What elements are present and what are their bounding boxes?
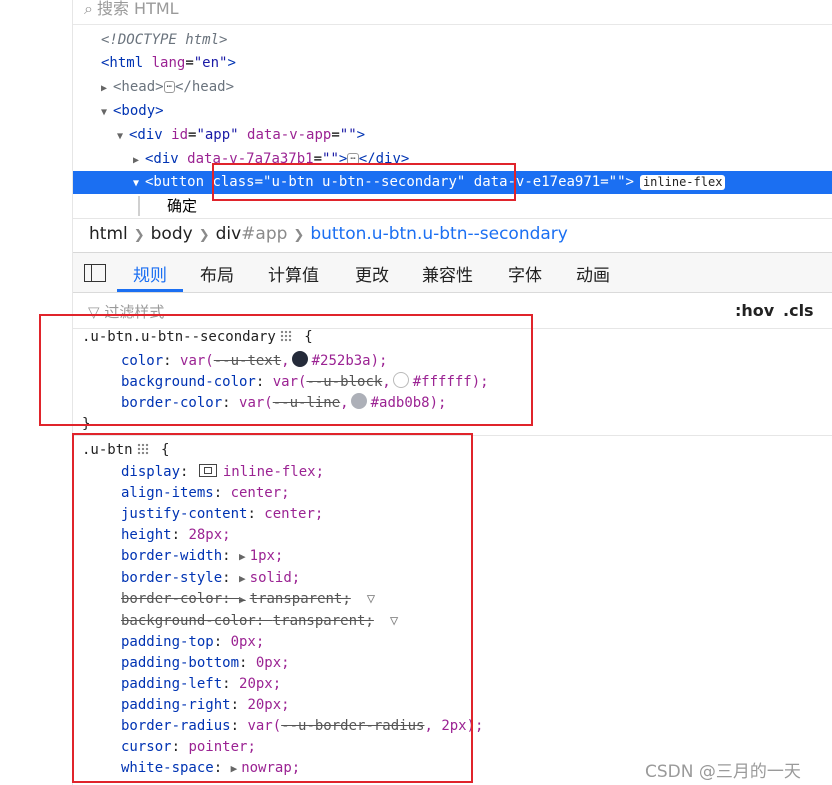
breadcrumb-tag: div — [215, 224, 242, 244]
search-bar[interactable]: ⌕ 搜索 HTML — [84, 0, 179, 20]
divider — [73, 24, 832, 25]
tag-name: <div — [145, 151, 179, 167]
tag-name: <button — [145, 174, 205, 190]
highlight-box-rule2 — [72, 433, 473, 783]
collapse-triangle-icon[interactable]: ▼ — [133, 173, 145, 195]
breadcrumb-div[interactable]: div#app — [216, 224, 288, 244]
expand-triangle-icon[interactable]: ▶ — [101, 78, 113, 100]
attr-value: "" — [339, 127, 357, 143]
tree-guide-line — [138, 196, 140, 216]
dom-node-doctype[interactable]: <!DOCTYPE html> — [101, 29, 227, 51]
tag-name: <body> — [113, 103, 164, 119]
collapse-triangle-icon[interactable]: ▼ — [101, 102, 113, 124]
watermark: CSDN @三月的一天 — [645, 762, 801, 782]
tab-computed[interactable]: 计算值 — [268, 261, 319, 286]
sidebar-toggle-icon[interactable] — [84, 264, 106, 282]
attr-name: id — [171, 127, 189, 143]
search-input[interactable]: 搜索 HTML — [97, 0, 179, 18]
breadcrumb-id: #app — [241, 224, 288, 244]
breadcrumb: html ❯ body ❯ div#app ❯ button.u-btn.u-btn--se… — [89, 224, 568, 244]
highlight-box-rule1 — [39, 314, 533, 426]
dom-node-div-app[interactable]: ▼ <div id="app" data-v-app=""> — [117, 124, 365, 146]
highlight-box-class-attr — [212, 163, 516, 201]
inline-flex-badge[interactable]: inline-flex — [639, 174, 726, 190]
tab-fonts[interactable]: 字体 — [508, 261, 542, 286]
doctype-text: <!DOCTYPE html> — [101, 32, 228, 48]
ellipsis-icon[interactable]: ⋯ — [163, 81, 175, 93]
hov-button[interactable]: :hov — [735, 301, 774, 320]
expand-triangle-icon[interactable]: ▶ — [133, 150, 145, 172]
tag-name: <html — [101, 55, 144, 71]
tab-rules[interactable]: 规则 — [133, 261, 167, 286]
active-tab-indicator — [117, 289, 183, 292]
chevron-right-icon: ❯ — [198, 228, 210, 243]
dom-node-head[interactable]: ▶ <head> ⋯ </head> — [101, 76, 234, 98]
attr-value: "en" — [193, 55, 228, 71]
tag-close: </head> — [175, 79, 235, 95]
collapse-triangle-icon[interactable]: ▼ — [117, 126, 129, 148]
attr-name: lang — [151, 55, 186, 71]
attr-value: "" — [608, 174, 626, 190]
dom-node-html[interactable]: <html lang="en"> — [101, 52, 236, 74]
dom-node-body[interactable]: ▼ <body> — [101, 100, 164, 122]
chevron-right-icon: ❯ — [133, 228, 145, 243]
chevron-right-icon: ❯ — [293, 228, 305, 243]
tab-layout[interactable]: 布局 — [200, 261, 234, 286]
tab-animations[interactable]: 动画 — [576, 261, 610, 286]
dom-text-node[interactable]: 确定 — [167, 195, 197, 217]
breadcrumb-body[interactable]: body — [151, 224, 193, 244]
tag-name: <head> — [113, 79, 164, 95]
tag-name: <div — [129, 127, 163, 143]
cls-button[interactable]: .cls — [783, 301, 814, 320]
tab-compatibility[interactable]: 兼容性 — [422, 261, 473, 286]
breadcrumb-current[interactable]: button.u-btn.u-btn--secondary — [310, 224, 568, 244]
attr-value: "app" — [196, 127, 239, 143]
attr-name: data-v-app — [247, 127, 332, 143]
breadcrumb-html[interactable]: html — [89, 224, 128, 244]
search-icon: ⌕ — [84, 0, 93, 18]
tab-changes[interactable]: 更改 — [355, 261, 389, 286]
